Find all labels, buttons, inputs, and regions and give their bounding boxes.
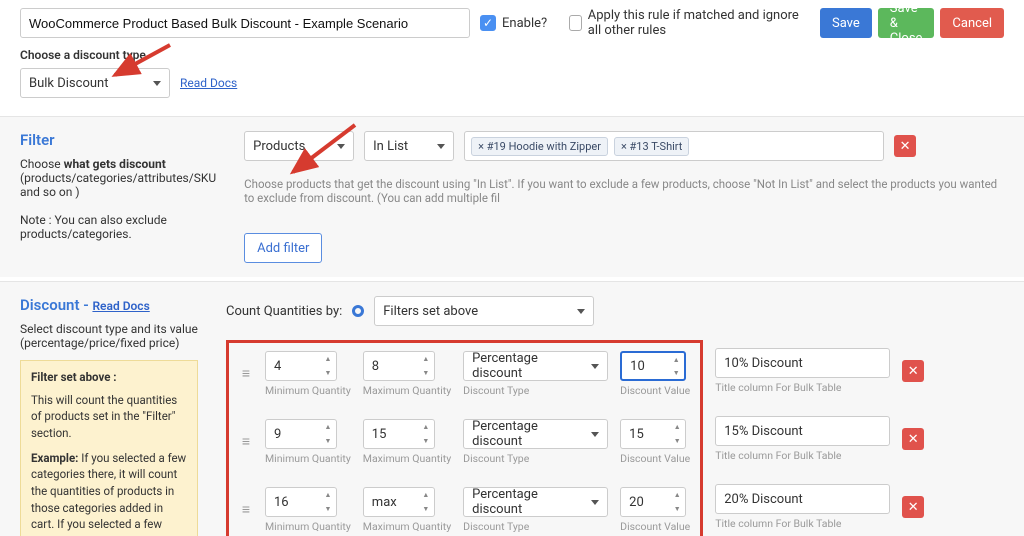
save-close-button[interactable]: Save & Close — [878, 8, 935, 38]
save-button[interactable]: Save — [820, 8, 872, 38]
chevron-down-icon — [577, 309, 585, 314]
check-icon: ✓ — [480, 15, 496, 31]
checkbox-empty-icon — [569, 15, 582, 31]
ignore-rules-label: Apply this rule if matched and ignore al… — [588, 8, 810, 38]
chevron-down-icon — [591, 364, 599, 369]
chevron-down-icon — [153, 81, 161, 86]
filter-heading: Filter — [20, 131, 216, 149]
min-qty-input[interactable]: 16▲▼ — [265, 487, 337, 517]
max-qty-input[interactable]: max▲▼ — [363, 487, 435, 517]
chevron-down-icon — [437, 144, 445, 149]
chevron-down-icon — [591, 432, 599, 437]
filter-callout: Filter set above : This will count the q… — [20, 360, 198, 536]
read-docs-link[interactable]: Read Docs — [180, 76, 237, 90]
remove-range-button[interactable]: ✕ — [902, 428, 924, 450]
discount-type-select[interactable]: Bulk Discount — [20, 68, 170, 98]
discount-type-row-select[interactable]: Percentage discount — [463, 487, 608, 517]
bulk-title-input[interactable]: 10% Discount — [715, 348, 890, 378]
discount-type-row-select[interactable]: Percentage discount — [463, 419, 608, 449]
drag-handle-icon[interactable]: ≡ — [239, 370, 253, 378]
discount-range-row: ≡ 9▲▼ Minimum Quantity 15▲▼ Maximum Quan… — [239, 419, 690, 465]
bulk-title-input[interactable]: 15% Discount — [715, 416, 890, 446]
filter-products-input[interactable]: × #19 Hoodie with Zipper × #13 T-Shirt — [464, 131, 884, 161]
discount-desc: Select discount type and its value (perc… — [20, 322, 198, 350]
discount-docs-link[interactable]: Read Docs — [92, 299, 149, 313]
filter-help-text: Choose products that get the discount us… — [244, 177, 1008, 205]
discount-value-input[interactable]: 20▲▼ — [620, 487, 686, 517]
discount-range-row: ≡ 16▲▼ Minimum Quantity max▲▼ Maximum Qu… — [239, 487, 690, 533]
chevron-down-icon — [591, 500, 599, 505]
count-by-select[interactable]: Filters set above — [374, 296, 594, 326]
ranges-highlight-box: ≡ 4▲▼ Minimum Quantity 8▲▼ Maximum Quant… — [226, 340, 703, 536]
filter-mode-select[interactable]: In List — [364, 131, 454, 161]
ignore-rules-checkbox[interactable]: Apply this rule if matched and ignore al… — [569, 8, 810, 38]
product-tag[interactable]: × #13 T-Shirt — [614, 137, 689, 156]
enable-label: Enable? — [502, 16, 547, 31]
radio-selected-icon[interactable] — [352, 305, 364, 317]
remove-filter-button[interactable]: ✕ — [894, 135, 916, 157]
bulk-title-input[interactable]: 20% Discount — [715, 484, 890, 514]
discount-value-input[interactable]: 15▲▼ — [620, 419, 686, 449]
discount-type-label: Choose a discount type — [20, 48, 1004, 62]
filter-desc: Choose what gets discount (products/cate… — [20, 157, 216, 199]
min-qty-input[interactable]: 9▲▼ — [265, 419, 337, 449]
filter-note: Note : You can also exclude products/cat… — [20, 213, 216, 241]
filter-subject-select[interactable]: Products — [244, 131, 354, 161]
enable-checkbox[interactable]: ✓ Enable? — [480, 15, 547, 31]
add-filter-button[interactable]: Add filter — [244, 233, 322, 263]
max-qty-input[interactable]: 15▲▼ — [363, 419, 435, 449]
chevron-down-icon — [337, 144, 345, 149]
count-by-label: Count Quantities by: — [226, 304, 342, 319]
discount-range-row: ≡ 4▲▼ Minimum Quantity 8▲▼ Maximum Quant… — [239, 351, 690, 397]
remove-range-button[interactable]: ✕ — [902, 496, 924, 518]
cancel-button[interactable]: Cancel — [940, 8, 1004, 38]
discount-type-value: Bulk Discount — [29, 76, 108, 91]
discount-value-input[interactable]: 10▲▼ — [620, 351, 686, 381]
drag-handle-icon[interactable]: ≡ — [239, 506, 253, 514]
product-tag[interactable]: × #19 Hoodie with Zipper — [471, 137, 608, 156]
max-qty-input[interactable]: 8▲▼ — [363, 351, 435, 381]
min-qty-input[interactable]: 4▲▼ — [265, 351, 337, 381]
rule-name-input[interactable] — [20, 8, 470, 38]
discount-heading: Discount - Read Docs — [20, 296, 198, 314]
remove-range-button[interactable]: ✕ — [902, 360, 924, 382]
discount-type-row-select[interactable]: Percentage discount — [463, 351, 608, 381]
drag-handle-icon[interactable]: ≡ — [239, 438, 253, 446]
